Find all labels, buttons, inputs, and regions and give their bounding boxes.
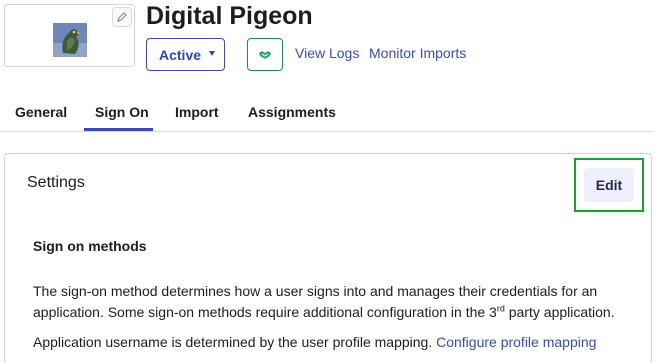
tab-general[interactable]: General (15, 104, 67, 120)
sign-on-methods-heading: Sign on methods (33, 238, 147, 254)
status-dropdown[interactable]: Active (146, 38, 225, 71)
handshake-icon (259, 50, 271, 59)
description-text-end: party application. (504, 304, 615, 320)
caret-down-icon (209, 51, 215, 56)
app-logo-box (4, 4, 135, 67)
tab-assignments[interactable]: Assignments (248, 104, 336, 120)
push-groups-button[interactable] (247, 38, 283, 71)
username-text: Application username is determined by th… (33, 334, 437, 350)
description-superscript: rd (496, 303, 505, 314)
settings-panel: Settings Edit Sign on methods The sign-o… (4, 153, 652, 363)
edit-button[interactable]: Edit (584, 168, 634, 202)
configure-profile-mapping-link[interactable]: Configure profile mapping (436, 334, 596, 350)
page-title: Digital Pigeon (146, 2, 313, 30)
settings-title: Settings (27, 174, 85, 191)
status-label: Active (159, 46, 202, 63)
username-mapping-text: Application username is determined by th… (33, 334, 596, 350)
monitor-imports-link[interactable]: Monitor Imports (369, 45, 466, 61)
pencil-icon (117, 12, 127, 22)
tab-import[interactable]: Import (175, 104, 219, 120)
view-logs-link[interactable]: View Logs (295, 45, 359, 61)
pigeon-logo-icon (53, 23, 87, 57)
tab-bar: General Sign On Import Assignments (0, 96, 653, 132)
edit-logo-button[interactable] (112, 7, 132, 27)
edit-button-highlight: Edit (574, 158, 644, 212)
active-tab-indicator (84, 128, 153, 131)
tab-sign-on[interactable]: Sign On (95, 104, 149, 120)
sign-on-description: The sign-on method determines how a user… (33, 281, 633, 323)
